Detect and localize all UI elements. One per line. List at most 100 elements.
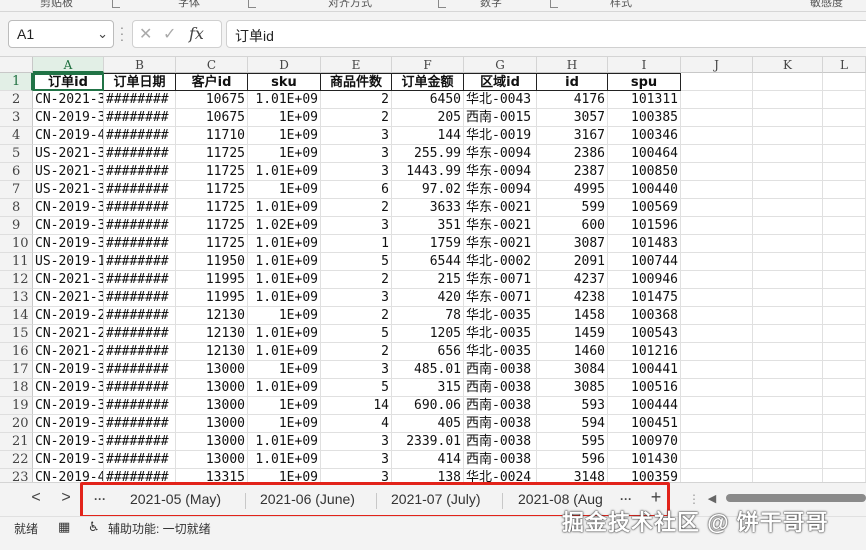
- table-cell[interactable]: 西南-0038: [464, 397, 537, 415]
- table-cell[interactable]: 11725: [176, 235, 248, 253]
- table-cell[interactable]: [823, 397, 866, 415]
- table-cell[interactable]: ########: [104, 253, 176, 271]
- table-cell[interactable]: ########: [104, 145, 176, 163]
- table-cell[interactable]: 420: [392, 289, 464, 307]
- table-cell[interactable]: 5: [321, 253, 392, 271]
- scroll-splitter-icon[interactable]: ⋮: [684, 492, 704, 506]
- table-cell[interactable]: 华北-0019: [464, 127, 537, 145]
- table-cell[interactable]: CN-2019-2: [33, 307, 104, 325]
- table-cell[interactable]: 13000: [176, 379, 248, 397]
- table-cell[interactable]: [681, 451, 753, 469]
- table-cell[interactable]: CN-2019-3: [33, 361, 104, 379]
- table-cell[interactable]: 100970: [608, 433, 681, 451]
- table-cell[interactable]: [681, 343, 753, 361]
- table-cell[interactable]: 西南-0038: [464, 361, 537, 379]
- table-cell[interactable]: [823, 199, 866, 217]
- table-cell[interactable]: [753, 289, 823, 307]
- font-launcher-icon[interactable]: [248, 0, 256, 8]
- table-cell[interactable]: 1205: [392, 325, 464, 343]
- table-cell[interactable]: 3084: [537, 361, 608, 379]
- table-cell[interactable]: [753, 379, 823, 397]
- table-cell[interactable]: 华东-0071: [464, 271, 537, 289]
- table-cell[interactable]: 351: [392, 217, 464, 235]
- table-cell[interactable]: 1.01E+09: [248, 235, 321, 253]
- table-cell[interactable]: CN-2019-3: [33, 433, 104, 451]
- table-cell[interactable]: 2: [321, 307, 392, 325]
- table-cell[interactable]: ########: [104, 199, 176, 217]
- drag-handle-icon[interactable]: · · ·: [119, 20, 125, 46]
- table-cell[interactable]: 100441: [608, 361, 681, 379]
- table-cell[interactable]: [753, 451, 823, 469]
- table-cell[interactable]: [681, 217, 753, 235]
- table-cell[interactable]: CN-2021-2: [33, 325, 104, 343]
- table-cell[interactable]: 4238: [537, 289, 608, 307]
- table-cell[interactable]: [681, 361, 753, 379]
- table-cell[interactable]: 100543: [608, 325, 681, 343]
- more-sheets-right-button[interactable]: ···: [616, 492, 636, 506]
- column-header-b[interactable]: B: [104, 57, 176, 73]
- table-cell[interactable]: [823, 181, 866, 199]
- table-cell[interactable]: CN-2019-3: [33, 451, 104, 469]
- table-cell[interactable]: US-2021-3: [33, 181, 104, 199]
- row-header[interactable]: 18: [0, 379, 33, 397]
- table-cell[interactable]: 3: [321, 145, 392, 163]
- table-cell[interactable]: 1E+09: [248, 181, 321, 199]
- table-cell[interactable]: 101216: [608, 343, 681, 361]
- table-cell[interactable]: ########: [104, 469, 176, 482]
- table-cell[interactable]: [823, 415, 866, 433]
- next-sheet-button[interactable]: >: [56, 489, 76, 507]
- column-header-a[interactable]: A: [33, 57, 104, 73]
- table-cell[interactable]: [753, 361, 823, 379]
- table-cell[interactable]: 11710: [176, 127, 248, 145]
- table-cell[interactable]: [681, 91, 753, 109]
- table-cell[interactable]: 3: [321, 469, 392, 482]
- table-cell[interactable]: 11725: [176, 145, 248, 163]
- table-cell[interactable]: 2386: [537, 145, 608, 163]
- table-cell[interactable]: [681, 127, 753, 145]
- table-cell[interactable]: 华北-0043: [464, 91, 537, 109]
- table-cell[interactable]: 11995: [176, 271, 248, 289]
- table-cell[interactable]: 1.02E+09: [248, 217, 321, 235]
- table-cell[interactable]: 3: [321, 451, 392, 469]
- table-cell[interactable]: 315: [392, 379, 464, 397]
- table-cell[interactable]: ########: [104, 397, 176, 415]
- table-cell[interactable]: 5: [321, 379, 392, 397]
- table-cell[interactable]: 1.01E+09: [248, 433, 321, 451]
- table-cell[interactable]: 13000: [176, 415, 248, 433]
- header-cell[interactable]: spu: [608, 73, 681, 91]
- table-cell[interactable]: [753, 415, 823, 433]
- table-cell[interactable]: 1.01E+09: [248, 163, 321, 181]
- table-cell[interactable]: 4237: [537, 271, 608, 289]
- table-cell[interactable]: 2: [321, 271, 392, 289]
- table-cell[interactable]: [681, 109, 753, 127]
- table-cell[interactable]: US-2019-1: [33, 253, 104, 271]
- header-cell[interactable]: 订单金额: [392, 73, 464, 91]
- row-header[interactable]: 16: [0, 343, 33, 361]
- header-cell[interactable]: [681, 73, 753, 91]
- row-header[interactable]: 19: [0, 397, 33, 415]
- table-cell[interactable]: [753, 109, 823, 127]
- row-header[interactable]: 1: [0, 73, 33, 91]
- table-cell[interactable]: 3057: [537, 109, 608, 127]
- column-header-f[interactable]: F: [392, 57, 464, 73]
- table-cell[interactable]: 1443.99: [392, 163, 464, 181]
- row-header[interactable]: 4: [0, 127, 33, 145]
- table-cell[interactable]: 14: [321, 397, 392, 415]
- table-cell[interactable]: 1.01E+09: [248, 343, 321, 361]
- table-cell[interactable]: 656: [392, 343, 464, 361]
- enter-icon[interactable]: ✓: [163, 24, 176, 44]
- table-cell[interactable]: [823, 91, 866, 109]
- header-cell[interactable]: sku: [248, 73, 321, 91]
- scroll-left-arrow-icon[interactable]: ◀: [702, 492, 722, 505]
- table-cell[interactable]: 3: [321, 433, 392, 451]
- table-cell[interactable]: 101311: [608, 91, 681, 109]
- sheet-tab-2021-05[interactable]: 2021-05 (May): [130, 491, 221, 507]
- table-cell[interactable]: 101483: [608, 235, 681, 253]
- table-cell[interactable]: ########: [104, 433, 176, 451]
- row-header[interactable]: 2: [0, 91, 33, 109]
- header-cell[interactable]: 区域id: [464, 73, 537, 91]
- table-cell[interactable]: 599: [537, 199, 608, 217]
- table-cell[interactable]: 3: [321, 163, 392, 181]
- table-cell[interactable]: 3: [321, 361, 392, 379]
- row-header[interactable]: 17: [0, 361, 33, 379]
